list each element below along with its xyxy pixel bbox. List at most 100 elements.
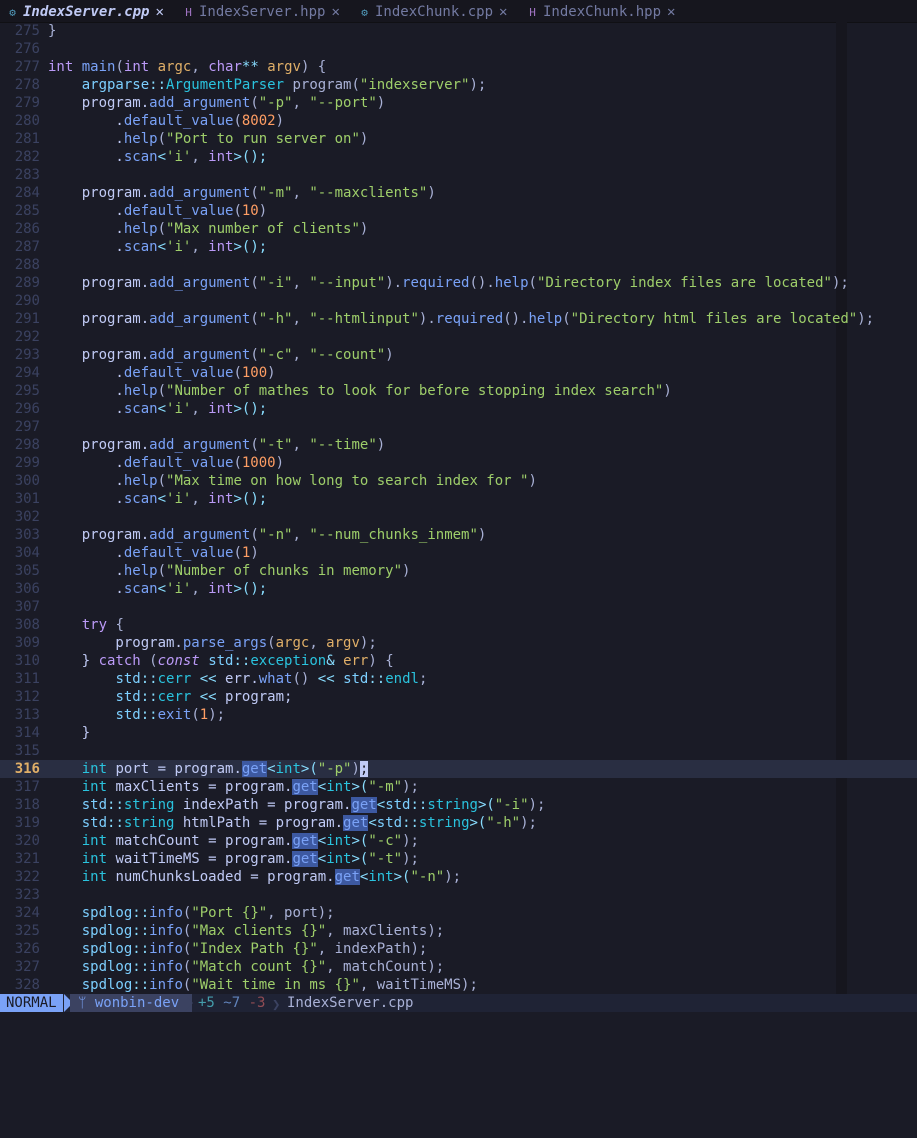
code-line[interactable]: 295 .help("Number of mathes to look for … xyxy=(0,382,917,400)
code-line[interactable]: 290 xyxy=(0,292,917,310)
code-line[interactable]: 320 int matchCount = program.get<int>("-… xyxy=(0,832,917,850)
code-line[interactable]: 286 .help("Max number of clients") xyxy=(0,220,917,238)
code-line[interactable]: 296 .scan<'i', int>(); xyxy=(0,400,917,418)
code-text: .help("Port to run server on") xyxy=(48,131,369,147)
close-icon[interactable]: ✕ xyxy=(499,4,507,20)
line-number: 292 xyxy=(14,329,40,345)
code-text: int numChunksLoaded = program.get<int>("… xyxy=(81,869,462,885)
code-line[interactable]: 312 std::cerr << program; xyxy=(0,688,917,706)
statusline: NORMAL ᛘ wonbin-dev +5 ~7 -3 ❯ IndexServ… xyxy=(0,994,917,1013)
code-line[interactable]: 283 xyxy=(0,166,917,184)
code-text: .scan<'i', int>(); xyxy=(48,149,268,165)
code-line[interactable]: 282 .scan<'i', int>(); xyxy=(0,148,917,166)
code-line[interactable]: 277 int main(int argc, char** argv) { xyxy=(0,58,917,76)
code-text: } xyxy=(48,725,91,741)
line-number: 321 xyxy=(14,851,40,867)
code-text: spdlog::info("Index Path {}", indexPath)… xyxy=(81,941,428,957)
code-line[interactable]: 314 } xyxy=(0,724,917,742)
line-number: 314 xyxy=(14,725,40,741)
code-line[interactable]: 325 spdlog::info("Max clients {}", maxCl… xyxy=(0,922,917,940)
code-text: program.add_argument("-i", "--input").re… xyxy=(48,275,849,291)
line-number: 295 xyxy=(14,383,40,399)
tab-indexchunk-cpp[interactable]: ⚙ IndexChunk.cpp ✕ xyxy=(358,0,507,22)
line-number: 304 xyxy=(14,545,40,561)
tab-indexchunk-hpp[interactable]: H IndexChunk.hpp ✕ xyxy=(526,0,675,22)
code-line[interactable]: 317 int maxClients = program.get<int>("-… xyxy=(0,778,917,796)
code-line[interactable]: 276 xyxy=(0,40,917,58)
line-number: 301 xyxy=(14,491,40,507)
code-line[interactable]: 315 xyxy=(0,742,917,760)
code-line[interactable]: 288 xyxy=(0,256,917,274)
code-line[interactable]: 293 program.add_argument("-c", "--count"… xyxy=(0,346,917,364)
line-number: 312 xyxy=(14,689,40,705)
line-number: 325 xyxy=(14,923,40,939)
code-text: .help("Max time on how long to search in… xyxy=(48,473,537,489)
tab-indexserver-cpp[interactable]: ⚙ IndexServer.cpp ✕ xyxy=(6,0,164,22)
code-line[interactable]: 291 program.add_argument("-h", "--htmlin… xyxy=(0,310,917,328)
code-line[interactable]: 322 int numChunksLoaded = program.get<in… xyxy=(0,868,917,886)
code-line[interactable]: 299 .default_value(1000) xyxy=(0,454,917,472)
code-line[interactable]: 309 program.parse_args(argc, argv); xyxy=(0,634,917,652)
code-line[interactable]: 303 program.add_argument("-n", "--num_ch… xyxy=(0,526,917,544)
line-number: 322 xyxy=(14,869,40,885)
line-number: 282 xyxy=(14,149,40,165)
line-number: 328 xyxy=(14,977,40,993)
code-line[interactable]: 300 .help("Max time on how long to searc… xyxy=(0,472,917,490)
code-line[interactable]: 292 xyxy=(0,328,917,346)
code-line[interactable]: 304 .default_value(1) xyxy=(0,544,917,562)
code-line[interactable]: 281 .help("Port to run server on") xyxy=(0,130,917,148)
code-line[interactable]: 311 std::cerr << err.what() << std::endl… xyxy=(0,670,917,688)
code-line[interactable]: 323 xyxy=(0,886,917,904)
code-text: .scan<'i', int>(); xyxy=(48,491,268,507)
code-line[interactable]: 278 argparse::ArgumentParser program("in… xyxy=(0,76,917,94)
code-text: .help("Max number of clients") xyxy=(48,221,369,237)
text-cursor: ; xyxy=(359,761,369,777)
code-line[interactable]: 319 std::string htmlPath = program.get<s… xyxy=(0,814,917,832)
close-icon[interactable]: ✕ xyxy=(331,4,339,20)
code-text: try { xyxy=(81,617,124,633)
code-text: std::cerr << program; xyxy=(115,689,293,705)
code-line[interactable]: 305 .help("Number of chunks in memory") xyxy=(0,562,917,580)
code-line[interactable]: 284 program.add_argument("-m", "--maxcli… xyxy=(0,184,917,202)
code-line[interactable]: 287 .scan<'i', int>(); xyxy=(0,238,917,256)
line-number: 327 xyxy=(14,959,40,975)
code-line[interactable]: 275} xyxy=(0,22,917,40)
code-line[interactable]: 289 program.add_argument("-i", "--input"… xyxy=(0,274,917,292)
code-line[interactable]: 321 int waitTimeMS = program.get<int>("-… xyxy=(0,850,917,868)
command-line[interactable] xyxy=(0,1012,917,1021)
line-number: 290 xyxy=(14,293,40,309)
code-line[interactable]: 280 .default_value(8002) xyxy=(0,112,917,130)
line-number: 275 xyxy=(14,23,40,39)
code-text: .default_value(1) xyxy=(48,545,259,561)
code-line[interactable]: 301 .scan<'i', int>(); xyxy=(0,490,917,508)
code-line[interactable]: 302 xyxy=(0,508,917,526)
code-line[interactable]: 310 } catch (const std::exception& err) … xyxy=(0,652,917,670)
editor-buffer[interactable]: 275} 276 277 int main(int argc, char** argv… xyxy=(0,22,917,994)
code-text: program.add_argument("-t", "--time") xyxy=(48,437,386,453)
code-text: int maxClients = program.get<int>("-m"); xyxy=(81,779,419,795)
code-line[interactable]: 307 xyxy=(0,598,917,616)
code-line[interactable]: 297 xyxy=(0,418,917,436)
code-text: program.add_argument("-p", "--port") xyxy=(48,95,386,111)
code-line[interactable]: 327 spdlog::info("Match count {}", match… xyxy=(0,958,917,976)
code-line[interactable]: 298 program.add_argument("-t", "--time") xyxy=(0,436,917,454)
code-text: program.parse_args(argc, argv); xyxy=(48,635,377,651)
code-line[interactable]: 324 spdlog::info("Port {}", port); xyxy=(0,904,917,922)
close-icon[interactable]: ✕ xyxy=(155,4,163,20)
tab-indexserver-hpp[interactable]: H IndexServer.hpp ✕ xyxy=(182,0,340,22)
code-text: argparse::ArgumentParser program("indexs… xyxy=(81,77,487,93)
code-line[interactable]: 328 spdlog::info("Wait time in ms {}", w… xyxy=(0,976,917,994)
line-number: 324 xyxy=(14,905,40,921)
code-line[interactable]: 308 try { xyxy=(0,616,917,634)
line-number: 317 xyxy=(14,779,40,795)
code-line[interactable]: 306 .scan<'i', int>(); xyxy=(0,580,917,598)
line-number: 308 xyxy=(14,617,40,633)
code-line[interactable]: 326 spdlog::info("Index Path {}", indexP… xyxy=(0,940,917,958)
code-line[interactable]: 313 std::exit(1); xyxy=(0,706,917,724)
code-line[interactable]: 318 std::string indexPath = program.get<… xyxy=(0,796,917,814)
code-line[interactable]: 279 program.add_argument("-p", "--port") xyxy=(0,94,917,112)
code-line[interactable]: 285 .default_value(10) xyxy=(0,202,917,220)
code-line[interactable]: 294 .default_value(100) xyxy=(0,364,917,382)
code-line[interactable]: 316 int port = program.get<int>("-p"); xyxy=(0,760,917,778)
close-icon[interactable]: ✕ xyxy=(667,4,675,20)
